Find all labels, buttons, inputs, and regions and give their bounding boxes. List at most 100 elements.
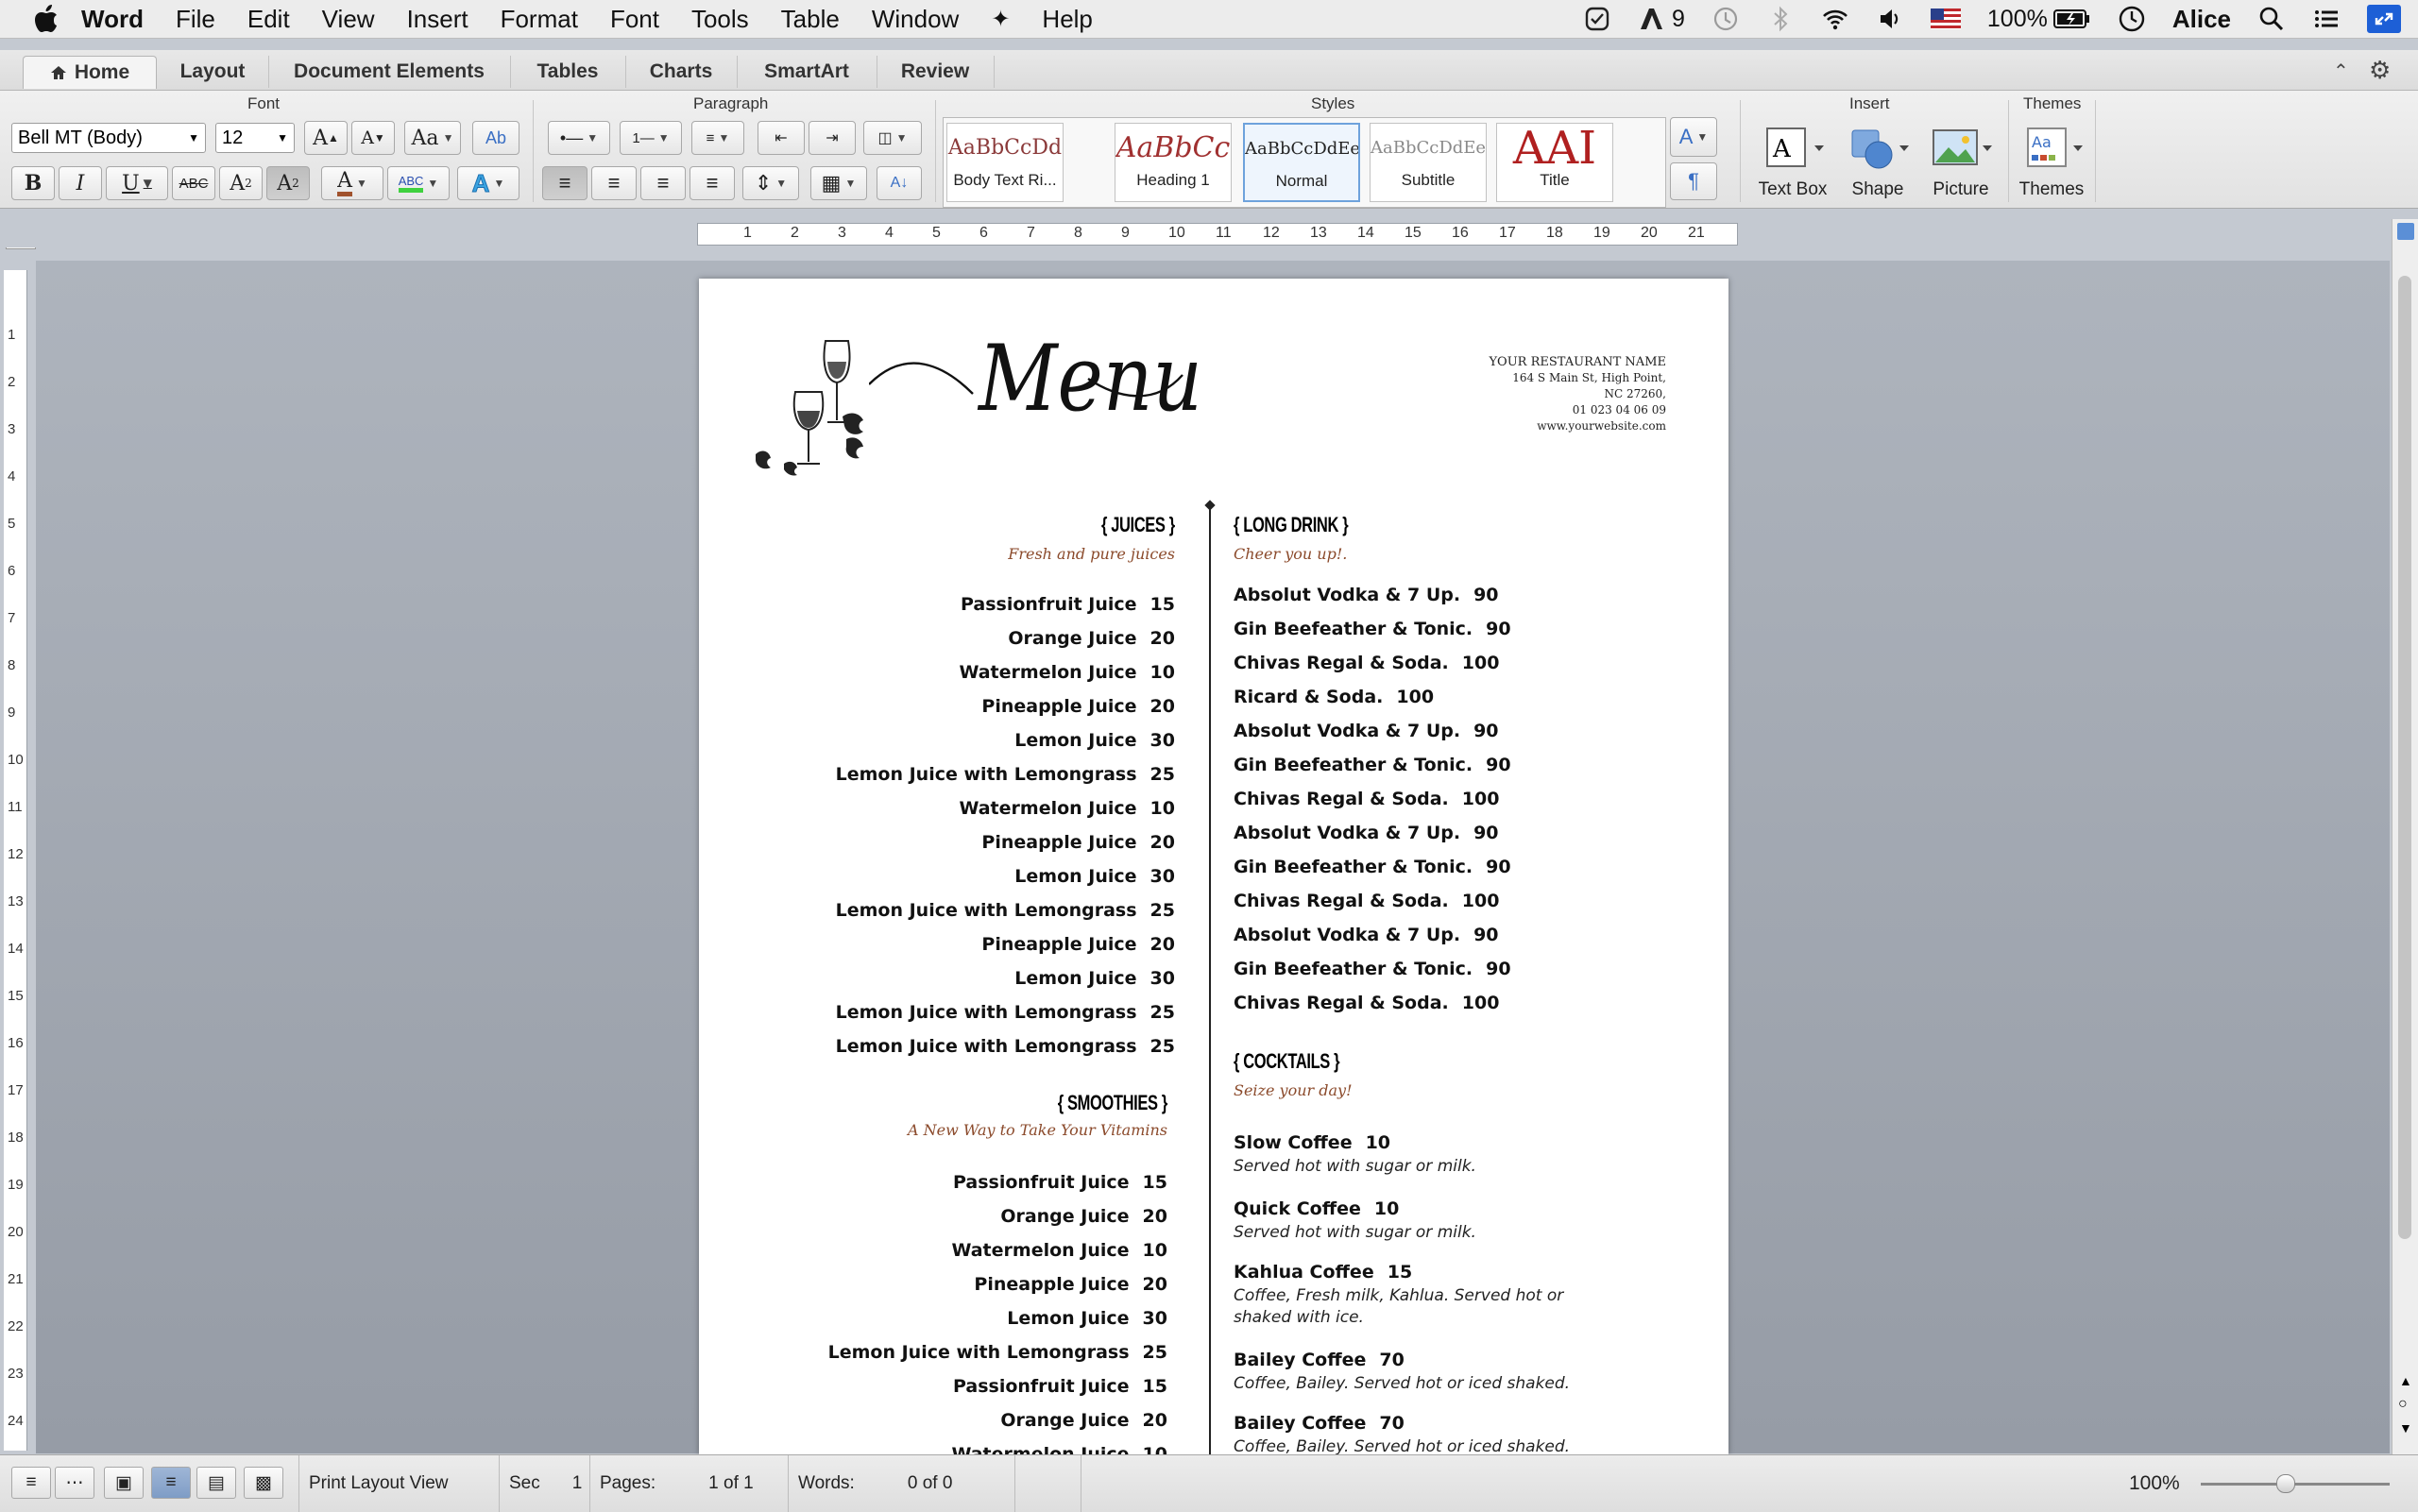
style-normal[interactable]: AaBbCcDdEe Normal bbox=[1243, 123, 1360, 202]
menu-format[interactable]: Format bbox=[501, 5, 578, 34]
bluetooth-icon[interactable] bbox=[1766, 5, 1795, 33]
battery-status[interactable]: 100% bbox=[1987, 6, 2091, 33]
clear-formatting-button[interactable]: Ab bbox=[472, 121, 519, 155]
draft-view-button[interactable]: ≡ bbox=[11, 1467, 51, 1499]
tab-tables[interactable]: Tables bbox=[510, 56, 626, 88]
align-right-button[interactable]: ≡ bbox=[640, 166, 686, 200]
numbering-button[interactable]: 1— ▼ bbox=[620, 121, 682, 155]
strikethrough-button[interactable]: ABC bbox=[172, 166, 215, 200]
checkmark-status-icon[interactable] bbox=[1583, 5, 1611, 33]
change-case-button[interactable]: Aa ▼ bbox=[404, 121, 461, 155]
line-spacing-button[interactable]: ⇕ ▼ bbox=[742, 166, 799, 200]
borders-button[interactable]: ▦ ▼ bbox=[810, 166, 867, 200]
menu-help[interactable]: Help bbox=[1042, 5, 1092, 34]
tab-review[interactable]: Review bbox=[877, 56, 995, 88]
ruler-number: 11 bbox=[8, 799, 23, 815]
tab-layout[interactable]: Layout bbox=[157, 56, 269, 88]
menu-item-price: 20 bbox=[1149, 696, 1175, 717]
collapse-ribbon-icon[interactable]: ⌃ bbox=[2333, 59, 2349, 83]
menu-file[interactable]: File bbox=[176, 5, 215, 34]
menu-edit[interactable]: Edit bbox=[247, 5, 290, 34]
browse-object-icon[interactable]: ○ bbox=[2398, 1396, 2408, 1413]
text-effects-button[interactable]: A ▼ bbox=[457, 166, 519, 200]
fullscreen-icon[interactable] bbox=[2367, 5, 2401, 33]
multilevel-list-button[interactable]: ≡ ▼ bbox=[691, 121, 744, 155]
spotlight-search-icon[interactable] bbox=[2257, 5, 2286, 33]
menu-item: Lemon Juice 30 bbox=[1014, 866, 1175, 887]
themes-button[interactable]: Aa Themes bbox=[2008, 123, 2095, 200]
vertical-scrollbar[interactable]: ▲ ○ ▼ bbox=[2392, 219, 2418, 1454]
ribbon-settings-gear-icon[interactable]: ⚙ bbox=[2369, 56, 2391, 85]
align-center-button[interactable]: ≡ bbox=[591, 166, 637, 200]
zoom-percent[interactable]: 100% bbox=[2129, 1472, 2180, 1495]
zoom-slider-thumb[interactable] bbox=[2276, 1474, 2295, 1493]
bullets-button[interactable]: •— ▼ bbox=[548, 121, 610, 155]
styles-pane-icon[interactable]: ¶ bbox=[1670, 162, 1717, 200]
publishing-layout-button[interactable]: ▣ bbox=[104, 1467, 144, 1499]
menu-item-name: Chivas Regal & Soda. bbox=[1234, 653, 1449, 673]
superscript-button[interactable]: A2 bbox=[219, 166, 263, 200]
style-title[interactable]: AAI Title bbox=[1496, 123, 1613, 202]
shrink-font-button[interactable]: A ▼ bbox=[351, 121, 395, 155]
time-machine-icon[interactable] bbox=[1711, 5, 1740, 33]
horizontal-ruler[interactable]: 1 2 3 4 5 6 7 8 9 10 11 12 13 14 15 16 17 18 19 20 21 bbox=[0, 219, 2399, 247]
menu-item-description: Coffee, Bailey. Served hot or iced shake… bbox=[1234, 1437, 1571, 1454]
bold-button[interactable]: B bbox=[11, 166, 55, 200]
style-pane-button[interactable]: A ▼ bbox=[1670, 117, 1717, 157]
next-page-icon[interactable]: ▼ bbox=[2399, 1420, 2412, 1436]
justify-button[interactable]: ≡ bbox=[690, 166, 735, 200]
tab-home[interactable]: Home bbox=[23, 56, 157, 89]
subscript-button[interactable]: A2 bbox=[266, 166, 310, 200]
zoom-slider[interactable] bbox=[2201, 1483, 2390, 1486]
menu-font[interactable]: Font bbox=[610, 5, 659, 34]
tab-document-elements[interactable]: Document Elements bbox=[268, 56, 511, 88]
font-size-field[interactable]: 12 ▼ bbox=[215, 123, 295, 153]
font-color-button[interactable]: A ▼ bbox=[321, 166, 383, 200]
notebook-layout-button[interactable]: ▤ bbox=[196, 1467, 236, 1499]
previous-page-icon[interactable]: ▲ bbox=[2399, 1373, 2412, 1388]
menu-item-price: 90 bbox=[1486, 959, 1511, 979]
apple-icon[interactable] bbox=[32, 5, 60, 33]
notification-center-icon[interactable] bbox=[2312, 5, 2341, 33]
insert-shape-button[interactable]: Shape bbox=[1834, 123, 1921, 200]
us-flag-icon[interactable] bbox=[1930, 8, 1961, 29]
vertical-ruler[interactable]: 1234567891011121314151617181920212223242… bbox=[4, 270, 27, 1476]
menu-insert[interactable]: Insert bbox=[407, 5, 468, 34]
style-subtitle[interactable]: AaBbCcDdEe Subtitle bbox=[1370, 123, 1487, 202]
menu-item: Lemon Juice with Lemongrass 25 bbox=[828, 1342, 1167, 1363]
clock-icon[interactable] bbox=[2118, 5, 2146, 33]
style-heading-1[interactable]: AaBbCc Heading 1 bbox=[1115, 123, 1232, 202]
columns-button[interactable]: ◫ ▼ bbox=[863, 121, 922, 155]
grow-font-button[interactable]: A ▲ bbox=[304, 121, 348, 155]
style-body-text[interactable]: AaBbCcDd Body Text Ri... bbox=[946, 123, 1064, 202]
menu-tools[interactable]: Tools bbox=[691, 5, 749, 34]
italic-button[interactable]: I bbox=[59, 166, 102, 200]
decrease-indent-button[interactable]: ⇤ bbox=[758, 121, 805, 155]
user-name[interactable]: Alice bbox=[2172, 5, 2231, 34]
font-name-field[interactable]: Bell MT (Body) ▼ bbox=[11, 123, 206, 153]
underline-button[interactable]: U ▼ bbox=[106, 166, 168, 200]
highlight-button[interactable]: ABC ▼ bbox=[387, 166, 450, 200]
outline-view-button[interactable]: ⋯ bbox=[55, 1467, 94, 1499]
scrollbar-thumb[interactable] bbox=[2398, 276, 2411, 1239]
tab-charts[interactable]: Charts bbox=[625, 56, 738, 88]
menu-view[interactable]: View bbox=[322, 5, 375, 34]
document-page[interactable]: Menu YOUR RESTAURANT NAME 164 S Main St,… bbox=[699, 279, 1728, 1454]
app-menu-word[interactable]: Word bbox=[81, 5, 144, 34]
increase-indent-button[interactable]: ⇥ bbox=[809, 121, 856, 155]
tab-smartart[interactable]: SmartArt bbox=[737, 56, 877, 88]
volume-icon[interactable] bbox=[1876, 5, 1904, 33]
print-layout-button[interactable]: ≡ bbox=[151, 1467, 191, 1499]
script-menu-icon[interactable]: ✦ bbox=[991, 6, 1010, 33]
menu-table[interactable]: Table bbox=[781, 5, 840, 34]
insert-picture-button[interactable]: Picture bbox=[1917, 123, 2004, 200]
sort-button[interactable]: A↓ bbox=[877, 166, 922, 200]
adobe-status-item[interactable]: 9 bbox=[1638, 5, 1685, 33]
focus-view-button[interactable]: ▩ bbox=[244, 1467, 283, 1499]
ruler-toggle-icon[interactable] bbox=[2397, 223, 2414, 240]
chevron-down-icon: ▼ bbox=[188, 131, 199, 144]
menu-window[interactable]: Window bbox=[872, 5, 959, 34]
align-left-button[interactable]: ≡ bbox=[542, 166, 587, 200]
insert-text-box-button[interactable]: A Text Box bbox=[1749, 123, 1836, 200]
wifi-icon[interactable] bbox=[1821, 5, 1849, 33]
